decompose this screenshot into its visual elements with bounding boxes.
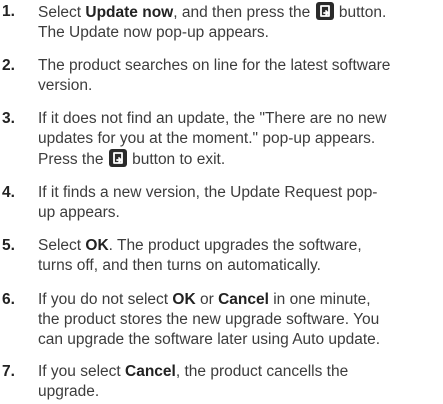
text-run: button to exit. [127, 151, 226, 168]
text-run: The Update now pop-up appears. [38, 24, 269, 41]
text-run: The product searches on line for the lat… [38, 57, 391, 74]
step-text: Select Update now, and then press the bu… [38, 2, 443, 43]
step-number: 3. [2, 110, 15, 127]
bold-term: Cancel [218, 291, 269, 308]
bold-term: OK [85, 237, 109, 254]
step-number: 1. [2, 3, 15, 20]
step-text: If it finds a new version, the Update Re… [38, 183, 443, 223]
text-run: in one minute, [268, 291, 371, 308]
text-run: or [195, 291, 219, 308]
step-text: Select OK. The product upgrades the soft… [38, 236, 443, 276]
step-text: The product searches on line for the lat… [38, 56, 443, 96]
text-run: If it finds a new version, the Update Re… [38, 184, 378, 201]
bold-term: Update now [85, 4, 174, 21]
text-run: If it does not find an update, the "Ther… [38, 110, 387, 127]
step-text: If it does not find an update, the "Ther… [38, 109, 443, 170]
text-run: Select [38, 237, 86, 254]
text-run: turns off, and then turns on automatical… [38, 257, 321, 274]
text-run: If you select [38, 363, 126, 380]
enter-button-icon [315, 2, 334, 20]
text-run: up appears. [38, 204, 120, 221]
bold-term: Cancel [125, 363, 176, 380]
text-run: upgrade. [38, 383, 100, 400]
step-number: 7. [2, 363, 15, 380]
text-run: , the product cancells the [175, 363, 349, 380]
bold-term: OK [172, 291, 196, 308]
text-run: updates for you at the moment." pop-up a… [38, 130, 376, 147]
text-run: . The product upgrades the software, [108, 237, 362, 254]
instruction-list: 1. Select Update now, and then press the… [0, 0, 443, 404]
step-number: 5. [2, 237, 15, 254]
step-number: 2. [2, 57, 15, 74]
step-number: 4. [2, 184, 15, 201]
step-text: If you do not select OK or Cancel in one… [38, 290, 443, 350]
text-run: If you do not select [38, 291, 173, 308]
step-number: 6. [2, 291, 15, 308]
text-run: , and then press the [173, 4, 315, 21]
text-run: Press the [38, 151, 108, 168]
text-run: Select [38, 4, 86, 21]
enter-button-icon [108, 149, 127, 167]
text-run: can upgrade the software later using Aut… [38, 331, 381, 348]
text-run: the product stores the new upgrade softw… [38, 311, 380, 328]
text-run: version. [38, 77, 93, 94]
text-run: button. [334, 4, 387, 21]
step-text: If you select Cancel, the product cancel… [38, 362, 443, 402]
